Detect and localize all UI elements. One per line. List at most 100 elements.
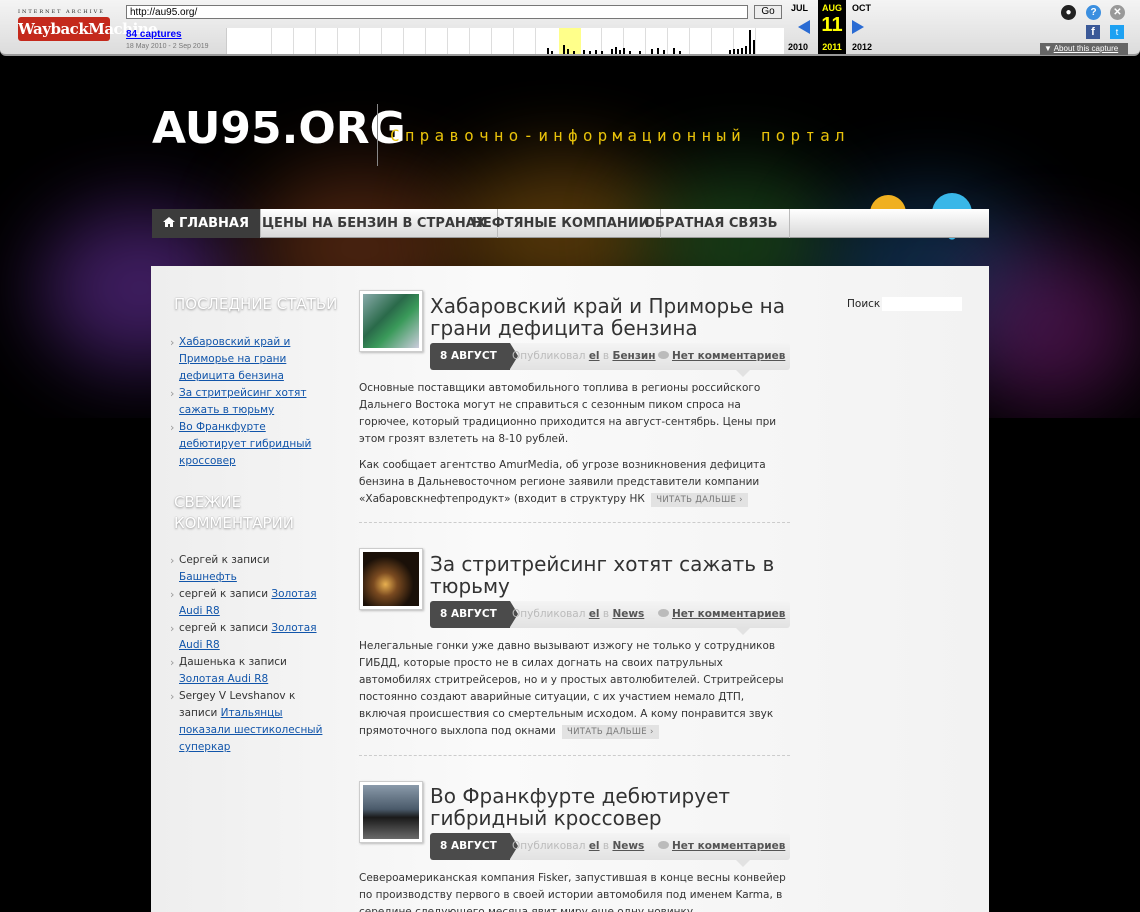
wayback-about-capture[interactable]: ▼ About this capture: [1040, 43, 1128, 55]
post-byline: Опубликовал el в News: [512, 833, 644, 860]
comments-link-wrap: Нет комментариев: [658, 601, 785, 628]
comment-author: сергей: [179, 588, 217, 600]
wayback-next-arrow-icon[interactable]: [852, 20, 864, 34]
nav-item-label: ГЛАВНАЯ: [179, 216, 250, 231]
wayback-logo[interactable]: WaybackMachine: [18, 17, 158, 41]
comment-author: сергей: [179, 622, 217, 634]
read-more-button[interactable]: ЧИТАТЬ ДАЛЬШЕ ›: [562, 725, 659, 739]
comment-bubble-icon: [658, 351, 669, 359]
post-title[interactable]: За стритрейсинг хотят сажать в тюрьму: [430, 553, 790, 597]
wayback-current-month: AUG: [822, 3, 842, 13]
user-icon[interactable]: ●: [1061, 5, 1076, 20]
twitter-icon[interactable]: t: [1110, 25, 1124, 39]
post-date: 8 АВГУСТ: [430, 833, 518, 860]
home-icon: [163, 217, 175, 227]
post-title[interactable]: Хабаровский край и Приморье на грани деф…: [430, 295, 790, 339]
site-tagline: Справочно-информационный портал: [390, 126, 850, 145]
author-link[interactable]: el: [589, 350, 600, 362]
published-by-label: Опубликовал: [512, 608, 586, 620]
category-link[interactable]: Бензин: [612, 350, 655, 362]
post-excerpt: Нелегальные гонки уже давно вызывают изж…: [359, 640, 784, 737]
post-title[interactable]: Во Франкфурте дебютирует гибридный кросс…: [430, 785, 790, 829]
author-link[interactable]: el: [589, 608, 600, 620]
comment-bubble-icon: [658, 609, 669, 617]
comment-author: Сергей: [179, 554, 219, 566]
comments-link[interactable]: Нет комментариев: [672, 840, 785, 852]
meta-tail: [736, 860, 750, 867]
site-title[interactable]: AU95.ORG: [152, 103, 406, 154]
recent-post-link[interactable]: Хабаровский край и Приморье на грани деф…: [179, 336, 290, 382]
comment-sep: к записи: [235, 656, 287, 668]
close-icon[interactable]: ✕: [1110, 5, 1125, 20]
list-item: сергей к записи Золотая Audi R8: [170, 620, 330, 654]
category-link[interactable]: News: [612, 608, 644, 620]
wayback-prev-month[interactable]: JUL: [791, 3, 808, 13]
list-item: Хабаровский край и Приморье на грани деф…: [170, 334, 330, 385]
meta-tail: [736, 370, 750, 377]
facebook-icon[interactable]: f: [1086, 25, 1100, 39]
nav-item-oil-companies[interactable]: НЕФТЯНЫЕ КОМПАНИИ: [461, 209, 662, 238]
list-item: Во Франкфурте дебютирует гибридный кросс…: [170, 419, 330, 470]
post-thumbnail[interactable]: [359, 781, 423, 843]
post-excerpt: Североамериканская компания Fisker, запу…: [359, 872, 786, 912]
post-byline: Опубликовал el в News: [512, 601, 644, 628]
comments-link[interactable]: Нет комментариев: [672, 608, 785, 620]
in-label: в: [602, 608, 610, 620]
main-navigation: ГЛАВНАЯ ЦЕНЫ НА БЕНЗИН В СТРАНАХ НЕФТЯНЫ…: [152, 209, 989, 238]
wayback-date-range: 18 May 2010 - 2 Sep 2019: [126, 43, 209, 50]
nav-item-home[interactable]: ГЛАВНАЯ: [152, 209, 262, 238]
street-race-image: [363, 552, 419, 606]
post-meta: 8 АВГУСТ Опубликовал el в News Нет комме…: [430, 833, 790, 867]
post-thumbnail[interactable]: [359, 290, 423, 352]
read-more-button[interactable]: ЧИТАТЬ ДАЛЬШЕ ›: [651, 493, 748, 507]
comment-author: Дашенька: [179, 656, 236, 668]
list-item: Дашенька к записи Золотая Audi R8: [170, 654, 330, 688]
wayback-captures-link[interactable]: 84 captures: [126, 29, 182, 40]
post-byline: Опубликовал el в Бензин: [512, 343, 656, 370]
list-item: сергей к записи Золотая Audi R8: [170, 586, 330, 620]
comment-post-link[interactable]: Башнефть: [179, 571, 237, 583]
recent-comments-list: Сергей к записи Башнефть сергей к записи…: [170, 552, 330, 756]
comment-post-link[interactable]: Золотая Audi R8: [179, 673, 268, 685]
wayback-toolbar: INTERNET ARCHIVE WaybackMachine Go 84 ca…: [0, 0, 1140, 56]
post-meta: 8 АВГУСТ Опубликовал el в Бензин Нет ком…: [430, 343, 790, 377]
list-item: За стритрейсинг хотят сажать в тюрьму: [170, 385, 330, 419]
author-link[interactable]: el: [589, 840, 600, 852]
in-label: в: [602, 350, 610, 362]
list-item: Sergey V Levshanov к записи Итальянцы по…: [170, 688, 330, 756]
post-thumbnail[interactable]: [359, 548, 423, 610]
wayback-sparkline[interactable]: [226, 28, 784, 54]
help-icon[interactable]: ?: [1086, 5, 1101, 20]
wayback-current-day: 11: [821, 14, 843, 36]
list-item: Сергей к записи Башнефть: [170, 552, 330, 586]
comments-link-wrap: Нет комментариев: [658, 833, 785, 860]
wayback-prev-year[interactable]: 2010: [788, 42, 808, 52]
post-date: 8 АВГУСТ: [430, 601, 518, 628]
nav-item-feedback[interactable]: ОБРАТНАЯ СВЯЗЬ: [633, 209, 790, 238]
in-label: в: [602, 840, 610, 852]
meta-tail: [736, 628, 750, 635]
wayback-current-date: AUG 11 2011: [818, 0, 846, 54]
post-divider: [359, 755, 790, 756]
post-excerpt-wrap: Нелегальные гонки уже давно вызывают изж…: [359, 638, 791, 740]
recent-post-link[interactable]: За стритрейсинг хотят сажать в тюрьму: [179, 387, 306, 416]
wayback-about-label: About this capture: [1053, 44, 1119, 53]
comment-sep: к записи: [216, 588, 272, 600]
post-excerpt: Основные поставщики автомобильного топли…: [359, 382, 777, 445]
category-link[interactable]: News: [612, 840, 644, 852]
wayback-next-month[interactable]: OCT: [852, 3, 871, 13]
comment-sep: к записи: [218, 554, 270, 566]
comments-link[interactable]: Нет комментариев: [672, 350, 785, 362]
fuel-nozzle-image: [363, 294, 419, 348]
wayback-next-year[interactable]: 2012: [852, 42, 872, 52]
wayback-url-input[interactable]: [126, 5, 748, 19]
recent-post-link[interactable]: Во Франкфурте дебютирует гибридный кросс…: [179, 421, 311, 467]
search-input[interactable]: [882, 297, 962, 311]
wayback-go-button[interactable]: Go: [754, 5, 782, 19]
wayback-current-year: 2011: [822, 42, 842, 52]
post-meta: 8 АВГУСТ Опубликовал el в News Нет комме…: [430, 601, 790, 635]
wayback-prev-arrow-icon[interactable]: [798, 20, 810, 34]
comment-author: Sergey V Levshanov: [179, 690, 286, 702]
published-by-label: Опубликовал: [512, 350, 586, 362]
comment-bubble-icon: [658, 841, 669, 849]
